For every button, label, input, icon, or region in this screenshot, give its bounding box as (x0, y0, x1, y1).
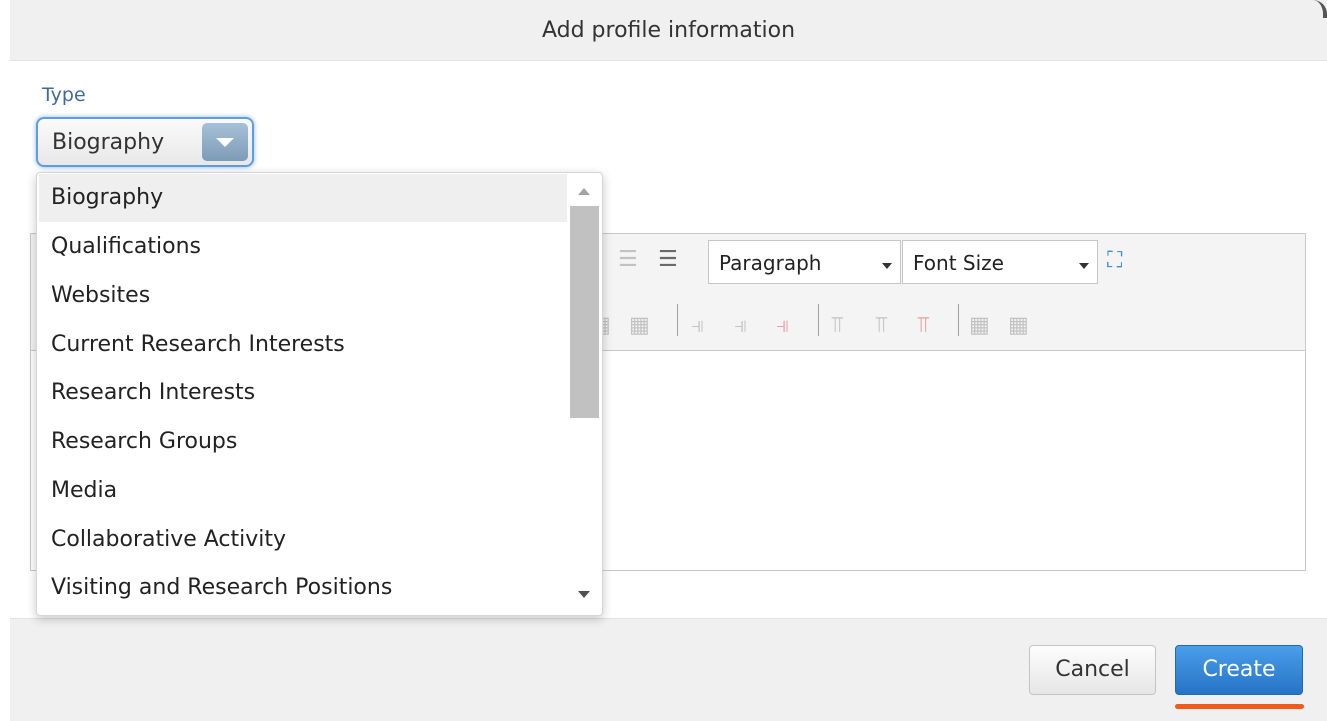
dropdown-option[interactable]: Research Groups (39, 418, 567, 466)
scroll-up-icon[interactable] (578, 188, 590, 195)
row-insert-icon[interactable]: ⫣ (691, 314, 704, 338)
font-size-select[interactable]: Font Size (902, 240, 1098, 284)
toolbar-separator (677, 304, 678, 336)
dropdown-option[interactable]: Current Research Interests (39, 321, 567, 369)
scrollbar-thumb[interactable] (570, 206, 599, 418)
dialog-footer: Cancel Create (10, 618, 1327, 721)
dropdown-option[interactable]: Visiting and Research Positions (39, 564, 567, 612)
type-select[interactable]: Biography (36, 117, 254, 167)
chevron-down-icon (1079, 263, 1089, 269)
dropdown-scrollbar[interactable] (570, 173, 600, 615)
table-cell-icon[interactable]: ▦ (629, 314, 650, 338)
type-dropdown-list[interactable]: Biography Qualifications Websites Curren… (36, 172, 603, 616)
type-label: Type (42, 84, 86, 106)
create-focus-underline (1175, 704, 1304, 709)
toolbar-separator (818, 304, 819, 336)
block-format-select[interactable]: Paragraph (708, 240, 901, 284)
dialog-header: Add profile information (10, 0, 1327, 61)
row-delete-icon[interactable]: ⫣ (776, 314, 789, 338)
chevron-down-icon[interactable] (202, 123, 248, 161)
font-size-value: Font Size (913, 251, 1004, 275)
indent-icon[interactable]: ☰ (658, 248, 678, 272)
outdent-icon[interactable]: ☰ (618, 248, 638, 272)
dropdown-option[interactable]: Research Interests (39, 369, 567, 417)
column-delete-icon[interactable]: ⫪ (917, 314, 929, 338)
toolbar-separator (958, 304, 959, 336)
table-icon[interactable]: ▦ (969, 314, 990, 338)
fullscreen-icon[interactable]: ⛶ (1107, 249, 1122, 273)
create-button[interactable]: Create (1175, 645, 1303, 695)
row-insert-icon[interactable]: ⫣ (734, 314, 747, 338)
scroll-down-icon[interactable] (578, 591, 590, 598)
column-insert-icon[interactable]: ⫪ (831, 314, 843, 338)
dropdown-option[interactable]: Biography (39, 174, 567, 222)
dropdown-option[interactable]: Media (39, 467, 567, 515)
column-insert-icon[interactable]: ⫪ (875, 314, 887, 338)
block-format-value: Paragraph (719, 251, 822, 275)
table-icon[interactable]: ▦ (1008, 314, 1029, 338)
cancel-button[interactable]: Cancel (1029, 645, 1156, 695)
dropdown-option[interactable]: Qualifications (39, 223, 567, 271)
dropdown-option[interactable]: Websites (39, 272, 567, 320)
dialog-title: Add profile information (541, 18, 796, 43)
type-select-value: Biography (52, 130, 165, 155)
close-icon[interactable] (1309, 0, 1327, 18)
chevron-down-icon (882, 263, 892, 269)
dropdown-option[interactable]: Collaborative Activity (39, 516, 567, 564)
